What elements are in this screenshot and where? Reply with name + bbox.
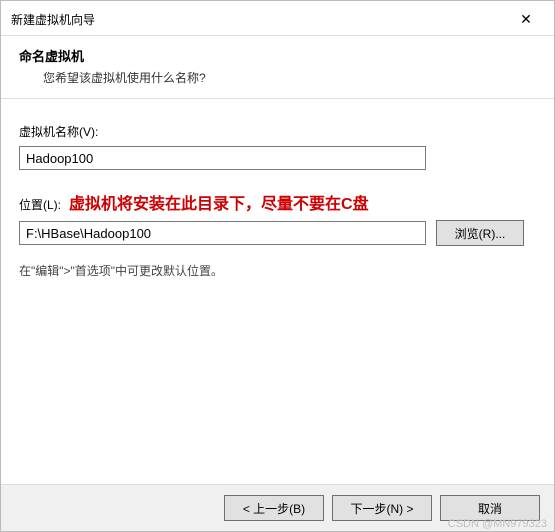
titlebar: 新建虚拟机向导 ✕: [1, 1, 554, 36]
location-row: 浏览(R)...: [19, 220, 536, 246]
wizard-window: 新建虚拟机向导 ✕ 命名虚拟机 您希望该虚拟机使用什么名称? 虚拟机名称(V):…: [0, 0, 555, 532]
location-input[interactable]: [19, 221, 426, 245]
cancel-button[interactable]: 取消: [440, 495, 540, 521]
vm-name-input[interactable]: [19, 146, 426, 170]
content-area: 虚拟机名称(V): 位置(L): 虚拟机将安装在此目录下，尽量不要在C盘 浏览(…: [1, 99, 554, 484]
window-title: 新建虚拟机向导: [11, 11, 95, 28]
page-subtitle: 您希望该虚拟机使用什么名称?: [43, 69, 542, 86]
page-title: 命名虚拟机: [19, 46, 542, 65]
close-button[interactable]: ✕: [508, 7, 544, 31]
location-label: 位置(L):: [19, 196, 61, 213]
default-location-note: 在"编辑">"首选项"中可更改默认位置。: [19, 262, 536, 279]
close-icon: ✕: [520, 11, 532, 28]
header-block: 命名虚拟机 您希望该虚拟机使用什么名称?: [1, 36, 554, 99]
browse-button[interactable]: 浏览(R)...: [436, 220, 524, 246]
back-button[interactable]: < 上一步(B): [224, 495, 324, 521]
annotation-text: 虚拟机将安装在此目录下，尽量不要在C盘: [69, 190, 369, 214]
footer: < 上一步(B) 下一步(N) > 取消: [1, 484, 554, 531]
vm-name-label: 虚拟机名称(V):: [19, 123, 536, 140]
next-button[interactable]: 下一步(N) >: [332, 495, 432, 521]
